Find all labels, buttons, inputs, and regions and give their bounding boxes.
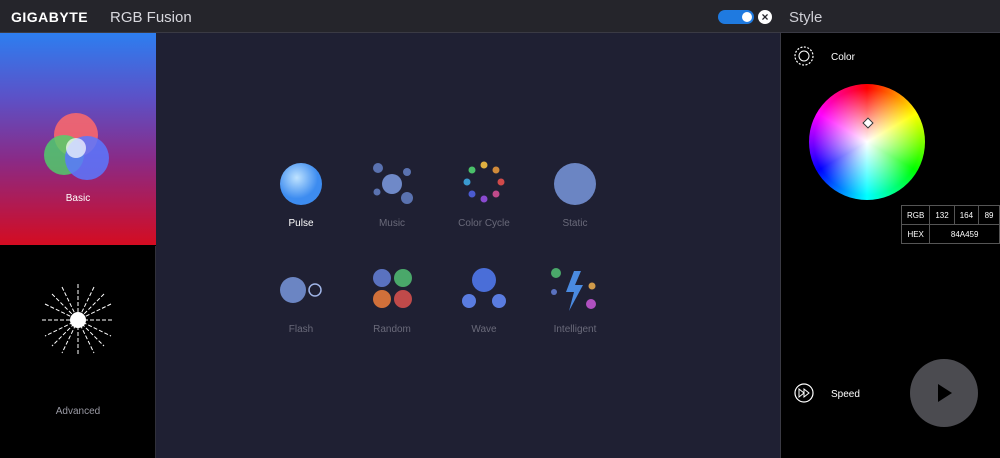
mode-flash[interactable]: Flash	[256, 267, 346, 347]
pulse-icon	[280, 163, 322, 205]
hex-label: HEX	[900, 224, 931, 244]
color-wheel[interactable]	[809, 84, 925, 200]
play-icon	[938, 384, 952, 402]
mode-pulse[interactable]: Pulse	[256, 161, 346, 241]
mode-music[interactable]: Music	[347, 161, 437, 241]
close-icon: ×	[761, 10, 769, 24]
mode-static[interactable]: Static	[530, 161, 620, 241]
mode-label: Music	[378, 218, 406, 229]
color-label: Color	[831, 52, 855, 63]
color-values-table: RGB 132 164 89 HEX 84A459	[900, 205, 1000, 244]
speed-label: Speed	[831, 389, 860, 400]
starburst-icon	[42, 284, 114, 356]
music-icon	[373, 163, 413, 204]
speed-icon	[794, 383, 814, 403]
mode-label: Random	[373, 324, 411, 335]
power-toggle[interactable]	[718, 10, 754, 24]
mode-intelligent[interactable]: Intelligent	[530, 267, 620, 347]
mode-wave[interactable]: Wave	[439, 267, 529, 347]
mode-random[interactable]: Random	[347, 267, 437, 347]
red-value[interactable]: 132	[929, 205, 955, 225]
nav-advanced-label: Advanced	[55, 406, 101, 417]
random-icon	[373, 269, 412, 308]
mode-label: Intelligent	[553, 324, 597, 335]
mode-label: Static	[562, 218, 588, 229]
green-value[interactable]: 164	[953, 205, 980, 225]
mode-label: Color Cycle	[458, 218, 510, 229]
color-cycle-icon	[463, 161, 505, 203]
wave-icon	[462, 268, 506, 308]
rgb-label: RGB	[900, 205, 931, 225]
nav-basic-tab[interactable]: Basic	[0, 33, 156, 245]
rgb-circles-icon	[44, 113, 109, 180]
style-title: Style	[789, 9, 823, 26]
brand-logo: GIGABYTE	[11, 9, 89, 25]
apply-play-button[interactable]	[910, 359, 978, 427]
mode-panel: Pulse Music Color Cycle Static Flash Ran…	[156, 33, 781, 458]
close-button[interactable]: ×	[758, 10, 772, 24]
toggle-knob	[742, 12, 752, 22]
color-ring-icon	[794, 46, 814, 66]
style-panel: Style Color RGB 132 164 89 HEX 84A459 Sp…	[781, 0, 1000, 458]
mode-label: Pulse	[288, 218, 314, 229]
flash-icon	[280, 277, 322, 303]
mode-label: Flash	[288, 324, 314, 335]
title-bar: GIGABYTE RGB Fusion ×	[0, 0, 781, 33]
mode-color-cycle[interactable]: Color Cycle	[439, 161, 529, 241]
static-icon	[554, 163, 596, 205]
intelligent-icon	[551, 268, 596, 311]
hex-value[interactable]: 84A459	[929, 224, 1000, 244]
nav-basic-label: Basic	[65, 193, 91, 204]
blue-value[interactable]: 89	[978, 205, 1000, 225]
mode-label: Wave	[471, 324, 497, 335]
style-header: Style	[781, 0, 1000, 33]
nav-advanced-tab[interactable]: Advanced	[0, 246, 156, 458]
app-title: RGB Fusion	[110, 9, 192, 26]
